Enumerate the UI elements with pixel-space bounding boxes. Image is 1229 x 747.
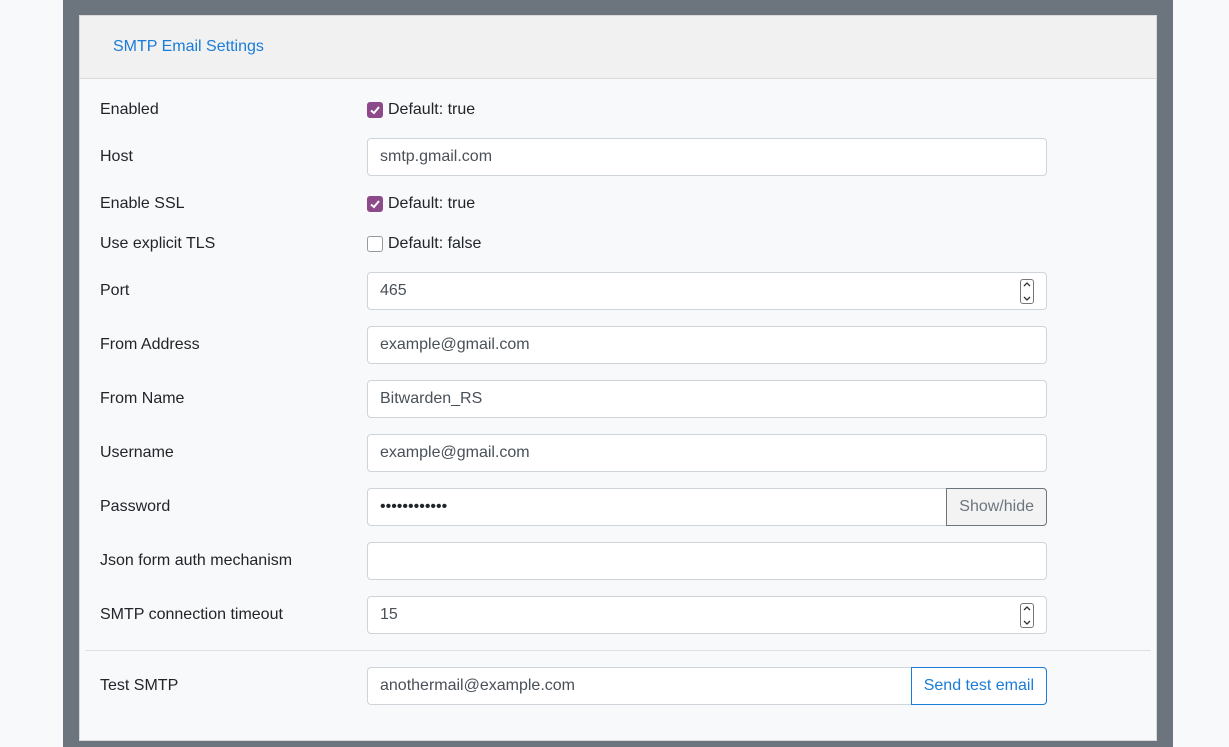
timeout-input[interactable]: 15 [367,596,1047,634]
test-smtp-group: anothermail@example.com Send test email [367,667,1047,705]
host-input[interactable]: smtp.gmail.com [367,138,1047,176]
explicit-tls-hint: Default: false [388,235,482,252]
timeout-value: 15 [380,606,398,623]
host-label: Host [100,148,133,165]
test-email-input[interactable]: anothermail@example.com [367,667,911,705]
smtp-settings-card: SMTP Email Settings Enabled Default: tru… [79,15,1157,741]
row-explicit-tls: Use explicit TLS Default: false [80,234,1156,254]
from-name-input[interactable]: Bitwarden_RS [367,380,1047,418]
enabled-checkbox[interactable] [367,102,383,118]
auth-mechanism-input[interactable] [367,542,1047,580]
port-input[interactable]: 465 [367,272,1047,310]
chevron-up-icon[interactable] [1023,606,1031,611]
row-auth-mechanism: Json form auth mechanism [80,542,1156,580]
check-icon [370,106,380,115]
from-address-label: From Address [100,336,200,353]
send-test-email-button[interactable]: Send test email [910,667,1047,705]
port-stepper[interactable] [1020,279,1034,304]
row-enabled: Enabled Default: true [80,100,1156,120]
chevron-down-icon[interactable] [1023,296,1031,301]
chevron-up-icon[interactable] [1023,282,1031,287]
explicit-tls-label: Use explicit TLS [100,235,216,252]
row-port: Port 465 [80,272,1156,310]
enable-ssl-checkbox-group[interactable]: Default: true [367,195,475,213]
row-test-smtp: Test SMTP anothermail@example.com Send t… [80,667,1156,705]
chevron-down-icon[interactable] [1023,620,1031,625]
enable-ssl-hint: Default: true [388,195,476,212]
enabled-hint: Default: true [388,101,476,118]
show-hide-button[interactable]: Show/hide [946,488,1047,526]
port-label: Port [100,282,130,299]
from-address-input[interactable]: example@gmail.com [367,326,1047,364]
explicit-tls-checkbox-group[interactable]: Default: false [367,235,481,253]
enable-ssl-checkbox[interactable] [367,196,383,212]
card-header[interactable]: SMTP Email Settings [80,16,1156,79]
username-label: Username [100,444,174,461]
auth-mechanism-label: Json form auth mechanism [100,552,293,569]
check-icon [370,200,380,209]
password-label: Password [100,498,171,515]
from-name-label: From Name [100,390,185,407]
username-input[interactable]: example@gmail.com [367,434,1047,472]
row-enable-ssl: Enable SSL Default: true [80,194,1156,214]
section-divider [85,650,1151,651]
timeout-label: SMTP connection timeout [100,606,283,623]
timeout-stepper[interactable] [1020,603,1034,628]
section-title[interactable]: SMTP Email Settings [113,38,264,56]
row-username: Username example@gmail.com [80,434,1156,472]
password-group: •••••••••••• Show/hide [367,488,1047,526]
row-timeout: SMTP connection timeout 15 [80,596,1156,634]
row-from-address: From Address example@gmail.com [80,326,1156,364]
enabled-label: Enabled [100,101,159,118]
row-password: Password •••••••••••• Show/hide [80,488,1156,526]
explicit-tls-checkbox[interactable] [367,236,383,252]
enabled-checkbox-group[interactable]: Default: true [367,101,475,119]
enable-ssl-label: Enable SSL [100,195,185,212]
page-frame: SMTP Email Settings Enabled Default: tru… [63,0,1173,747]
port-value: 465 [380,282,407,299]
row-host: Host smtp.gmail.com [80,138,1156,176]
password-input[interactable]: •••••••••••• [367,488,947,526]
test-smtp-label: Test SMTP [100,677,179,694]
row-from-name: From Name Bitwarden_RS [80,380,1156,418]
